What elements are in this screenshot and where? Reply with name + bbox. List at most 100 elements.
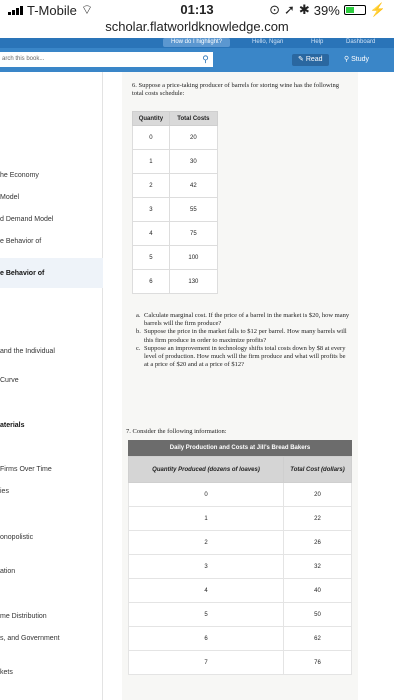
table-cell: 1 [128, 506, 284, 531]
question-7-text: 7. Consider the following information: [126, 428, 227, 435]
table-cell: 62 [283, 626, 352, 651]
sidebar-item[interactable]: and the Individual [0, 348, 55, 355]
toc-sidebar: he Economy Model d Demand Model e Behavior … [0, 72, 103, 700]
sidebar-item[interactable]: Firms Over Time [0, 466, 52, 473]
top-nav: How do I highlight? Hello, Ngan Help Das… [0, 38, 394, 48]
table-row: 0 20 [132, 125, 219, 150]
question-6-text: 6. Suppose a price-taking producer of ba… [132, 82, 340, 97]
sidebar-item[interactable]: me Distribution [0, 613, 47, 620]
dashboard-link[interactable]: Dashboard [346, 39, 375, 45]
table-row: 6 62 [128, 626, 352, 651]
sub-question: c. Suppose an improvement in technology s… [136, 345, 351, 370]
col-quantity-produced: Quantity Produced (dozens of loaves) [128, 456, 284, 483]
sidebar-item[interactable]: Model [0, 194, 19, 201]
sub-question-letter: b. [136, 328, 141, 336]
table-cell: 55 [168, 197, 219, 222]
table-row: 1 22 [128, 506, 352, 531]
study-label: Study [351, 56, 369, 63]
hello-user-link[interactable]: Hello, Ngan [252, 39, 283, 45]
table-caption: Daily Production and Costs at Jill's Bre… [128, 440, 352, 456]
bluetooth-icon: ✱ [298, 2, 310, 17]
lock-rotation-icon: ⊙ [269, 2, 280, 17]
table-cell: 4 [128, 578, 284, 603]
table-cell: 26 [283, 530, 352, 555]
table-cell: 32 [283, 554, 352, 579]
address-bar[interactable]: scholar.flatworldknowledge.com [0, 19, 394, 38]
table-cell: 4 [132, 221, 170, 246]
table-cell: 40 [283, 578, 352, 603]
sub-question-text: Calculate marginal cost. If the price of… [144, 312, 350, 328]
table-cell: 42 [168, 173, 219, 198]
table-cell: 130 [168, 269, 219, 294]
table-cell: 1 [132, 149, 170, 174]
sub-question: a. Calculate marginal cost. If the price … [136, 312, 351, 328]
table-cell: 2 [128, 530, 284, 555]
table-cell: 30 [168, 149, 219, 174]
table-cell: 5 [132, 245, 170, 270]
bread-bakers-table: Daily Production and Costs at Jill's Bre… [128, 440, 352, 675]
sidebar-item[interactable]: ation [0, 568, 15, 575]
total-costs-table: Quantity Total Costs 0 20 1 30 2 42 3 55 4 75 5 100… [132, 111, 219, 294]
table-row: 5 100 [132, 245, 219, 270]
table-cell: 0 [128, 482, 284, 507]
table-row: 1 30 [132, 149, 219, 174]
sidebar-item[interactable]: e Behavior of [0, 270, 44, 277]
sidebar-item[interactable]: he Economy [0, 172, 39, 179]
table-row: 3 32 [128, 554, 352, 579]
table-row: 5 50 [128, 602, 352, 627]
read-label: Read [305, 56, 323, 63]
sub-question-text: Suppose an improvement in technology shi… [144, 344, 346, 369]
table-row: 2 26 [128, 530, 352, 555]
sub-question-letter: a. [136, 312, 141, 319]
table-row: 6 130 [132, 269, 219, 294]
sub-question-text: Suppose the price in the market falls to… [144, 328, 347, 344]
study-button[interactable]: ⚲ Study [344, 54, 369, 66]
sidebar-item[interactable]: kets [0, 669, 13, 676]
table-cell: 0 [132, 125, 170, 150]
table-cell: 2 [132, 173, 170, 198]
sidebar-item[interactable]: e Behavior of [0, 238, 41, 245]
table-cell: 76 [283, 650, 352, 675]
sidebar-item[interactable]: s, and Government [0, 635, 60, 642]
search-icon[interactable]: ⚲ [198, 52, 213, 67]
page-content: 6. Suppose a price-taking producer of ba… [122, 72, 358, 700]
toolbar: arch this book... ⚲ ✎ Read ⚲ Study [0, 48, 394, 72]
status-bar: T-Mobile ︎⌔ 01:13 ⊙ ➚ ✱ 39% ⚡ [0, 0, 394, 19]
read-button[interactable]: ✎ Read [292, 54, 329, 66]
table-row: 0 20 [128, 482, 352, 507]
table-row: 7 76 [128, 650, 352, 675]
search-input[interactable]: arch this book... [0, 52, 212, 67]
battery-icon [343, 5, 366, 15]
table-cell: 5 [128, 602, 284, 627]
sidebar-item[interactable]: Curve [0, 377, 19, 384]
table-cell: 100 [168, 245, 219, 270]
help-link[interactable]: Help [311, 39, 323, 45]
table-cell: 20 [168, 125, 219, 150]
charging-icon: ⚡ [369, 2, 386, 17]
table-cell: 20 [283, 482, 352, 507]
table-row: 3 55 [132, 197, 219, 222]
table-row: 2 42 [132, 173, 219, 198]
battery-percent: 39% [313, 2, 340, 18]
table-cell: 6 [132, 269, 170, 294]
table-cell: 50 [283, 602, 352, 627]
col-total-cost: Total Cost (dollars) [283, 456, 352, 483]
sub-questions: a. Calculate marginal cost. If the price … [136, 312, 351, 369]
table-cell: 3 [128, 554, 284, 579]
highlight-help-button[interactable]: How do I highlight? [163, 38, 231, 47]
col-quantity: Quantity [132, 111, 170, 126]
sidebar-item[interactable]: onopolistic [0, 534, 33, 541]
table-row: 4 75 [132, 221, 219, 246]
sidebar-item[interactable]: ies [0, 488, 9, 495]
table-cell: 3 [132, 197, 170, 222]
table-cell: 22 [283, 506, 352, 531]
table-cell: 7 [128, 650, 284, 675]
table-row: 4 40 [128, 578, 352, 603]
table-cell: 6 [128, 626, 284, 651]
table-cell: 75 [168, 221, 219, 246]
location-icon: ➚ [283, 2, 295, 17]
sidebar-item[interactable]: aterials [0, 422, 25, 429]
col-total-costs: Total Costs [168, 111, 219, 126]
sub-question-letter: c. [136, 344, 141, 352]
sidebar-item[interactable]: d Demand Model [0, 216, 53, 223]
